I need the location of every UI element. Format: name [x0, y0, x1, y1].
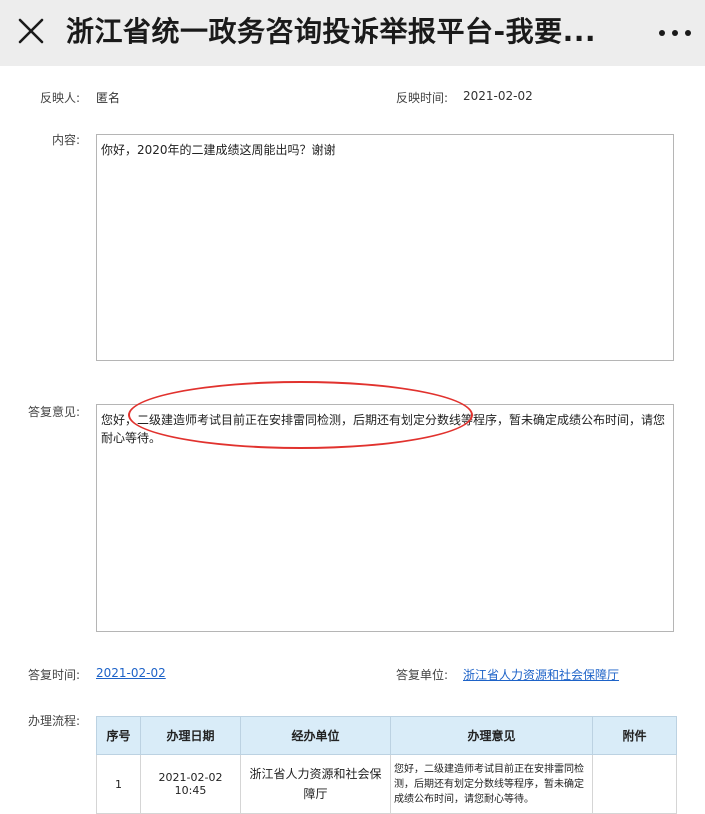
- column-header-attachment: 附件: [592, 716, 677, 755]
- column-header-date: 办理日期: [140, 716, 241, 755]
- reply-time-label: 答复时间:: [27, 668, 80, 682]
- table-header-row: 序号 办理日期 经办单位 办理意见 附件: [96, 716, 677, 755]
- reply-label: 答复意见:: [27, 405, 80, 419]
- reply-textarea[interactable]: 您好，二级建造师考试目前正在安排雷同检测，后期还有划定分数线等程序，暂未确定成绩…: [96, 404, 674, 632]
- content-textarea[interactable]: 你好，2020年的二建成绩这周能出吗？谢谢: [96, 134, 674, 361]
- close-icon[interactable]: [14, 14, 48, 48]
- flow-table: 序号 办理日期 经办单位 办理意见 附件 1 2021-02-02 10:45 …: [96, 716, 677, 814]
- column-header-opinion: 办理意见: [390, 716, 593, 755]
- report-time-label: 反映时间:: [395, 91, 448, 105]
- reply-unit-link[interactable]: 浙江省人力资源和社会保障厅: [463, 666, 619, 683]
- column-header-no: 序号: [96, 716, 141, 755]
- more-icon[interactable]: [650, 12, 700, 52]
- reporter-value: 匿名: [96, 91, 121, 105]
- table-row: 1 2021-02-02 10:45 浙江省人力资源和社会保障厅 您好，二级建造…: [96, 754, 677, 814]
- row-attachment: [592, 754, 677, 814]
- reporter-label: 反映人:: [39, 91, 80, 105]
- column-header-unit: 经办单位: [240, 716, 391, 755]
- flow-label: 办理流程:: [27, 714, 80, 728]
- row-date: 2021-02-02 10:45: [140, 754, 241, 814]
- row-opinion: 您好，二级建造师考试目前正在安排雷同检测，后期还有划定分数线等程序，暂未确定成绩…: [390, 754, 593, 814]
- page-title: 浙江省统一政务咨询投诉举报平台-我要...: [66, 15, 597, 48]
- top-navigation-bar: 浙江省统一政务咨询投诉举报平台-我要...: [0, 0, 705, 66]
- reply-time-link[interactable]: 2021-02-02: [96, 666, 166, 680]
- reply-unit-label: 答复单位:: [395, 668, 448, 682]
- content-label: 内容:: [51, 133, 80, 147]
- report-time-value: 2021-02-02: [463, 89, 533, 103]
- row-unit: 浙江省人力资源和社会保障厅: [240, 754, 391, 814]
- row-no: 1: [96, 754, 141, 814]
